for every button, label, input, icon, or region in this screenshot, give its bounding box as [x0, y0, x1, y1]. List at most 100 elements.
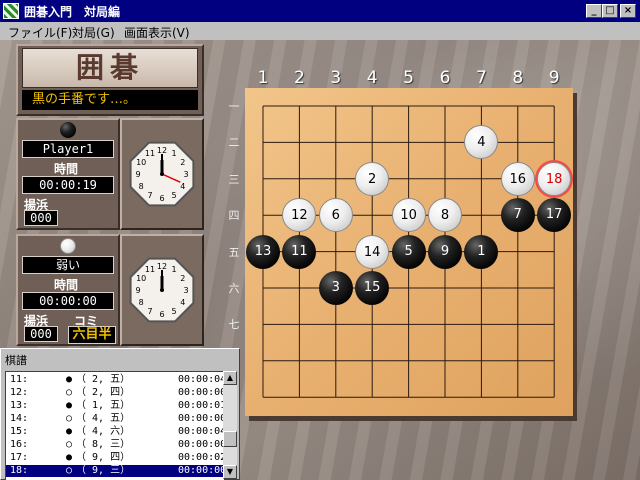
black-stone-icon [60, 122, 76, 138]
column-label: 9 [548, 68, 560, 88]
kifu-time: 00:00:04 [178, 374, 224, 385]
kifu-row[interactable]: 11: ● （ 2, 五） 00:00:04 [6, 374, 224, 386]
white-stone: 8 [428, 198, 462, 233]
kifu-move: （ 4, 六） [76, 426, 131, 437]
black-clock: 1234567891011 12 [129, 141, 195, 207]
clock-numeral: 8 [139, 298, 144, 307]
kifu-scrollbar[interactable]: ▲ ▼ [223, 371, 237, 479]
black-stone: 3 [318, 271, 353, 305]
kifu-row[interactable]: 13: ● （ 1, 五） 00:00:01 [6, 400, 224, 412]
white-player-name: 弱い [22, 256, 114, 274]
close-button[interactable]: × [620, 4, 636, 18]
clock-center [160, 288, 164, 292]
menu-bar: ファイル(F) 対局(G) 画面表示(V) [0, 22, 640, 40]
kifu-num: 15: [10, 426, 29, 437]
kifu-move: （ 8, 三） [76, 439, 131, 450]
kifu-time: 00:00:01 [178, 400, 224, 411]
clock-numeral: 4 [180, 182, 185, 191]
clock-numeral: 8 [139, 182, 144, 191]
column-label: 1 [257, 68, 269, 88]
kifu-list[interactable]: 11: ● （ 2, 五） 00:00:04 12: ○ （ 2, 四） 00:00:00 13… [5, 371, 224, 480]
column-label: 3 [330, 68, 342, 88]
kifu-stone: ● [66, 400, 73, 411]
white-captures: 000 [24, 326, 58, 342]
kifu-time: 00:00:02 [178, 452, 224, 463]
title-panel: 囲碁 黒の手番です…。 [16, 44, 204, 116]
white-clock: 1234567891011 12 [129, 257, 195, 323]
row-label: 三 [228, 172, 240, 186]
white-player-panel: 弱い 時間 00:00:00 揚浜 コミ 000 六目半 [16, 234, 120, 346]
black-stone: 9 [428, 234, 462, 269]
kifu-stone: ● [66, 374, 73, 385]
go-board[interactable]: 13 12 11 6 3 2 14 15 10 5 8 9 4 1 16 7 18 17 [245, 88, 573, 416]
clock-numeral: 3 [183, 286, 188, 295]
clock-numeral: 1 [171, 149, 176, 158]
kifu-move: （ 9, 四） [76, 452, 131, 463]
kifu-window: 棋譜 11: ● （ 2, 五） 00:00:04 12: ○ （ 2, 四） 00:00:0… [0, 348, 240, 480]
white-stone: 6 [318, 198, 353, 233]
kifu-num: 16: [10, 439, 29, 450]
clock-numeral: 2 [180, 274, 185, 283]
row-label: 五 [228, 245, 240, 259]
clock-numeral: 11 [145, 265, 155, 274]
maximize-button[interactable]: □ [602, 4, 618, 18]
black-stone: 15 [355, 271, 390, 305]
clock-numeral: 2 [180, 158, 185, 167]
black-stone: 13 [246, 234, 280, 269]
white-stone-icon [60, 238, 76, 254]
kifu-row[interactable]: 17: ● （ 9, 四） 00:00:02 [6, 452, 224, 464]
black-captures: 000 [24, 210, 58, 226]
clock-numeral: 4 [180, 298, 185, 307]
white-clock-box: 1 2 3 4 5 6 7 8 9 10 11 12 [120, 234, 204, 346]
kifu-row[interactable]: 14: ○ （ 4, 五） 00:00:00 [6, 413, 224, 425]
kifu-time: 00:00:04 [178, 426, 224, 437]
white-stone: 18 [537, 161, 572, 196]
clock-numeral: 7 [147, 307, 152, 316]
title-bar: 囲碁入門 対局編 _ □ × [0, 0, 640, 22]
white-stone: 2 [355, 161, 390, 196]
clock-numeral: 10 [136, 274, 146, 283]
kifu-time: 00:00:00 [178, 387, 224, 398]
black-stone: 1 [464, 234, 499, 269]
white-stone: 14 [355, 234, 390, 269]
clock-numeral: 5 [171, 307, 176, 316]
menu-game[interactable]: 対局(G) [72, 24, 115, 41]
black-time-label: 時間 [54, 162, 79, 176]
black-stone: 7 [500, 198, 535, 233]
column-label: 7 [475, 68, 487, 88]
kifu-row[interactable]: 16: ○ （ 8, 三） 00:00:00 [6, 439, 224, 451]
kifu-num: 17: [10, 452, 29, 463]
clock-numeral: 6 [159, 194, 164, 203]
scroll-up-button[interactable]: ▲ [223, 371, 237, 385]
row-label: 一 [228, 100, 240, 113]
minimize-button[interactable]: _ [586, 4, 602, 18]
kifu-move: （ 2, 五） [76, 374, 131, 385]
kifu-stone: ○ [66, 465, 73, 476]
white-stone: 16 [500, 161, 535, 196]
white-stone: 10 [391, 198, 426, 233]
clock-numeral: 9 [135, 170, 140, 179]
kifu-row[interactable]: 18: ○ （ 9, 三） 00:00:00 [6, 465, 224, 477]
kifu-row[interactable]: 15: ● （ 4, 六） 00:00:04 [6, 426, 224, 438]
row-label: 七 [228, 318, 240, 332]
clock-numeral: 12 [157, 146, 167, 155]
kifu-stone: ○ [66, 387, 73, 398]
kifu-stone: ○ [66, 413, 73, 424]
clock-numeral: 1 [171, 265, 176, 274]
kifu-move: （ 4, 五） [76, 413, 131, 424]
column-label: 5 [403, 68, 414, 88]
menu-file[interactable]: ファイル(F) [8, 24, 72, 41]
row-label: 六 [228, 282, 240, 295]
menu-view[interactable]: 画面表示(V) [124, 24, 190, 41]
kifu-row[interactable]: 12: ○ （ 2, 四） 00:00:00 [6, 387, 224, 399]
kifu-title: 棋譜 [5, 354, 27, 367]
black-stone: 11 [282, 234, 317, 269]
scroll-down-button[interactable]: ▼ [223, 465, 237, 479]
kifu-time: 00:00:00 [178, 439, 224, 450]
scroll-thumb[interactable] [223, 431, 237, 447]
black-stone: 5 [391, 234, 426, 269]
app-icon[interactable] [3, 3, 19, 19]
column-label: 4 [366, 68, 378, 88]
kifu-stone: ● [66, 452, 73, 463]
column-label: 8 [512, 68, 524, 88]
